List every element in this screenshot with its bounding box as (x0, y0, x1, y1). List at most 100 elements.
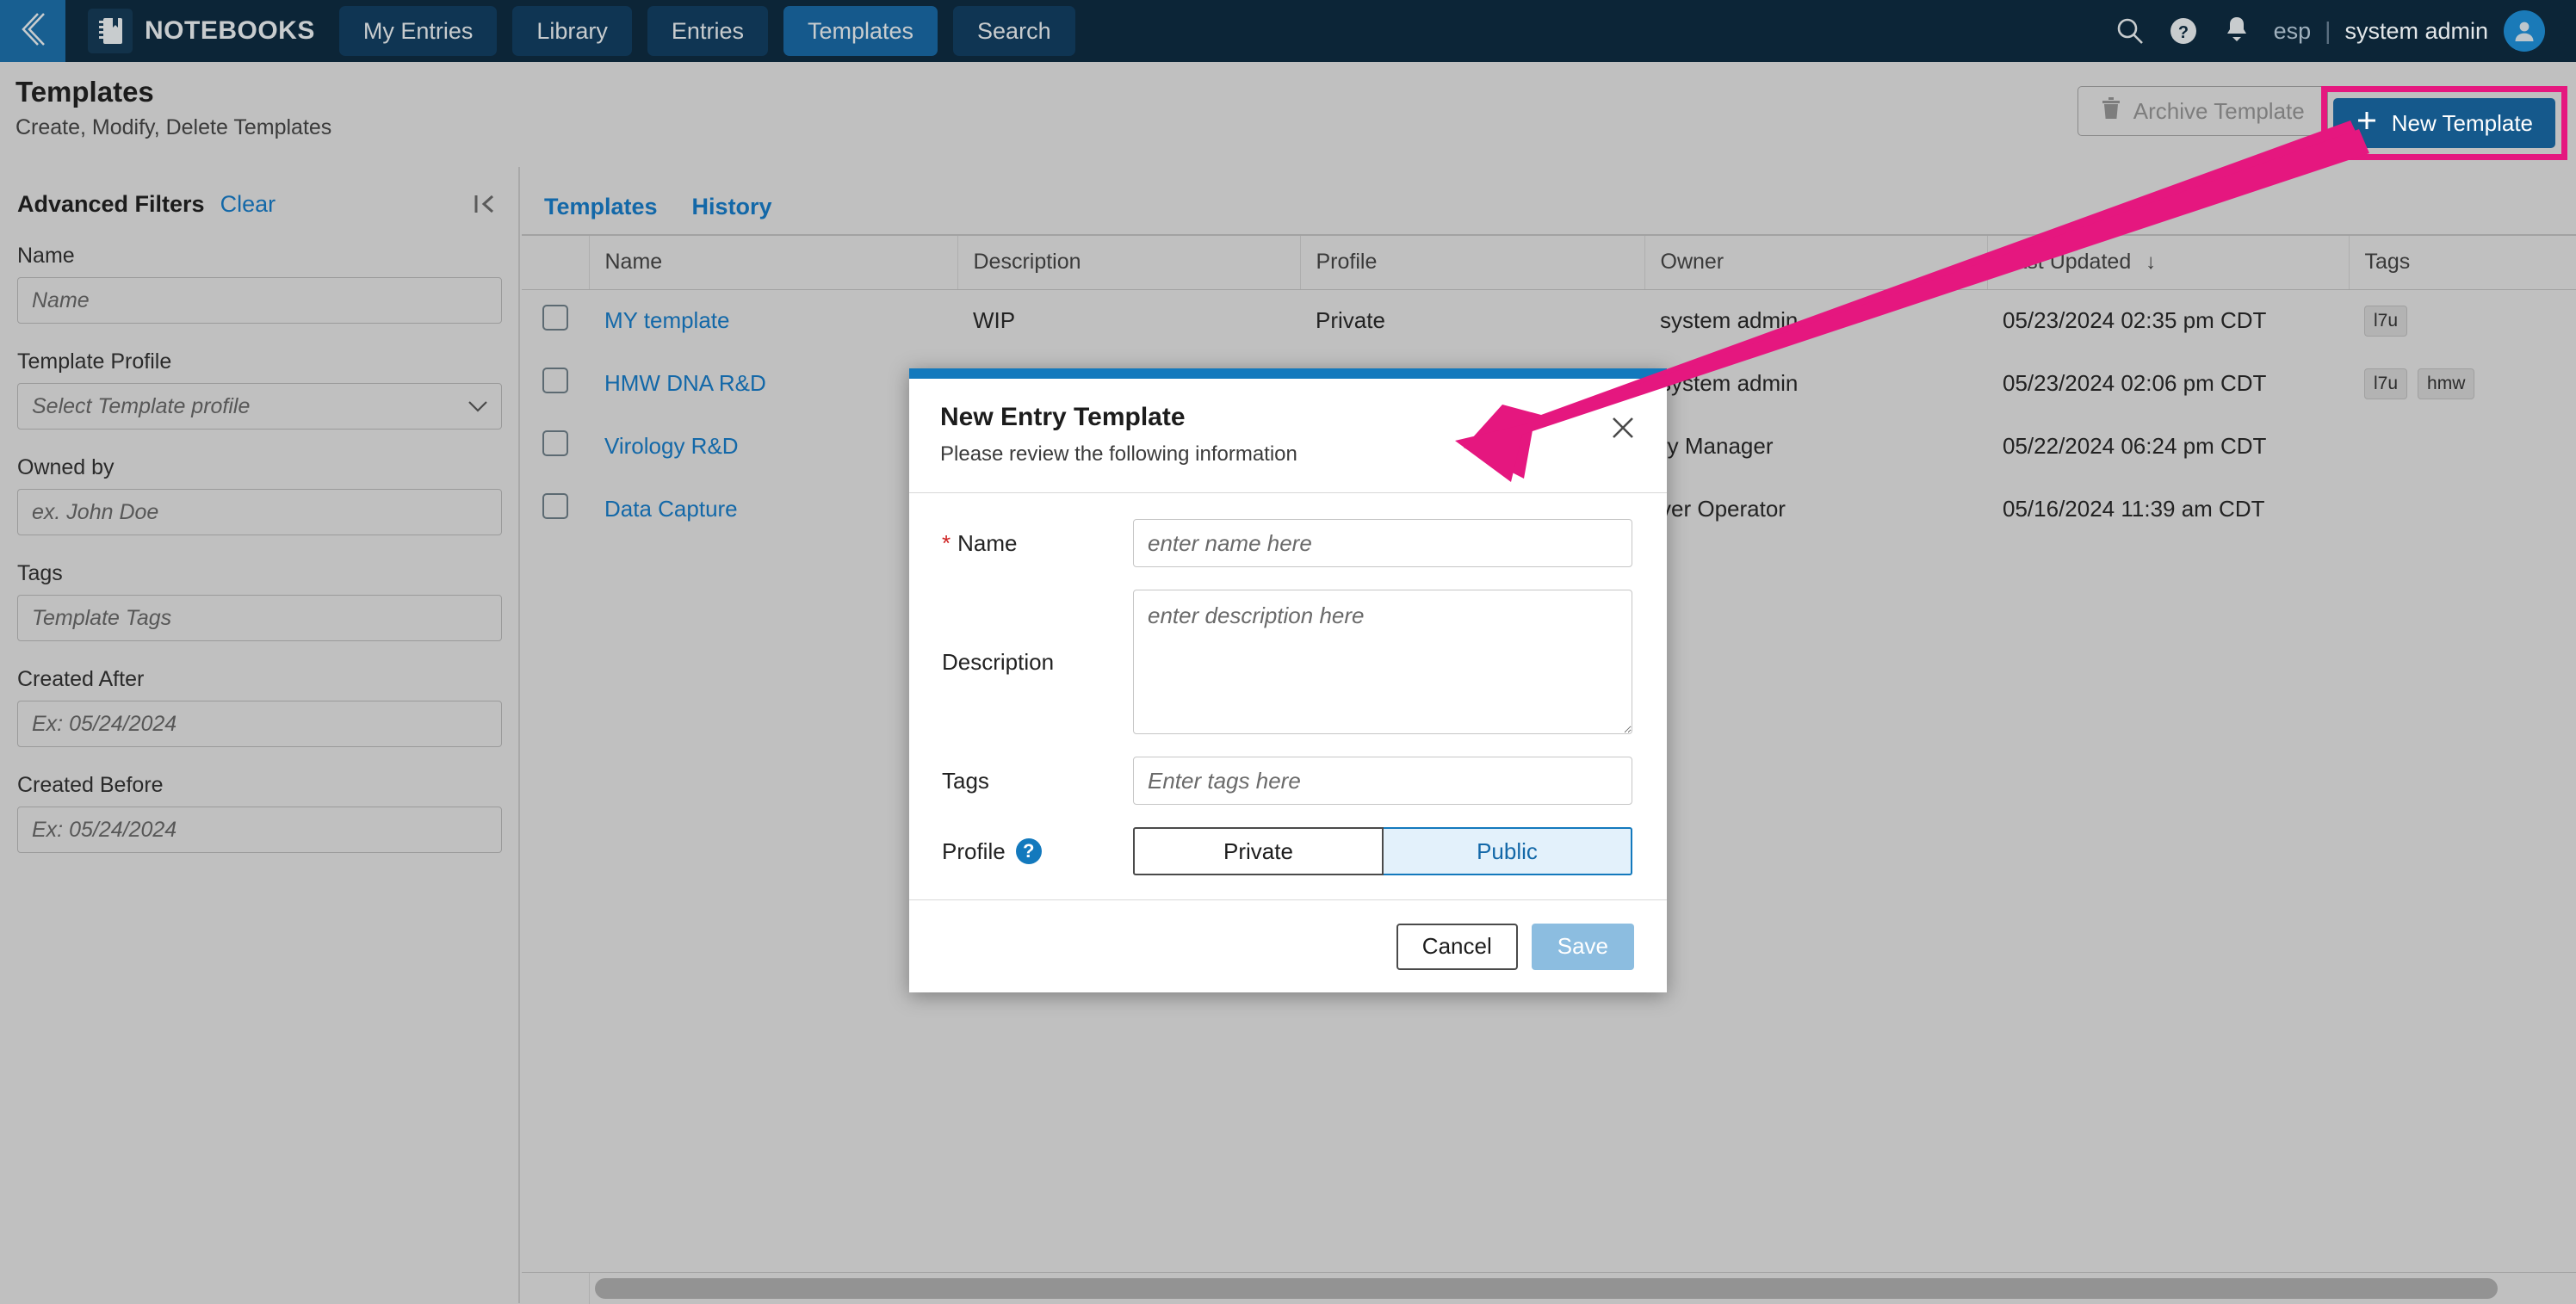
dialog-accent-bar (909, 368, 1667, 379)
column-header-last-updated[interactable]: Last Updated ↓ (1987, 236, 2350, 290)
profile-option-private[interactable]: Private (1133, 827, 1384, 875)
nav-right-actions: ? esp | system admin (2103, 4, 2576, 58)
dialog-label-description: Description (942, 648, 1055, 675)
bell-icon[interactable] (2210, 4, 2263, 58)
page-subtitle: Create, Modify, Delete Templates (15, 115, 332, 139)
nav-tab-entries[interactable]: Entries (647, 6, 768, 56)
column-header-description[interactable]: Description (957, 236, 1301, 290)
filter-input-name[interactable] (17, 277, 502, 324)
dialog-field-name: * Name (942, 519, 1634, 567)
filter-label-owned-by: Owned by (17, 455, 115, 479)
required-asterisk: * (942, 529, 951, 556)
dialog-field-description: Description (942, 590, 1634, 734)
filter-label-created-before: Created Before (17, 773, 164, 797)
filter-input-tags[interactable] (17, 595, 502, 641)
brand-name: NOTEBOOKS (145, 16, 315, 45)
content-tab-list: Templates History (522, 167, 2576, 240)
filter-field-template-profile: Template Profile (0, 349, 518, 430)
template-name-link[interactable]: MY template (604, 307, 729, 333)
dialog-footer: Cancel Save (909, 899, 1667, 992)
filter-field-tags: Tags (0, 561, 518, 641)
nav-tab-my-entries[interactable]: My Entries (338, 6, 498, 56)
save-button[interactable]: Save (1531, 923, 1634, 970)
tag-chip[interactable]: l7u (2364, 305, 2408, 337)
dialog-title: New Entry Template (940, 403, 1186, 431)
column-header-tags[interactable]: Tags (2349, 236, 2576, 290)
dialog-label-tags: Tags (942, 767, 989, 794)
advanced-filters-sidebar: Advanced Filters Clear Name Template Pro… (0, 167, 520, 1303)
tab-history[interactable]: History (687, 194, 777, 240)
profile-option-public[interactable]: Public (1384, 827, 1632, 875)
trash-icon (2101, 96, 2121, 127)
column-header-owner[interactable]: Owner (1644, 236, 1988, 290)
row-checkbox[interactable] (542, 305, 568, 331)
page-header-actions: Archive Template New Template (2077, 86, 2567, 160)
svg-text:?: ? (2178, 23, 2189, 42)
nav-tab-list: My Entries Library Entries Templates Sea… (338, 6, 1075, 56)
advanced-filters-title: Advanced Filters (17, 191, 205, 217)
filter-label-name: Name (17, 244, 75, 268)
filter-field-owned-by: Owned by (0, 455, 518, 535)
nav-tab-library[interactable]: Library (512, 6, 632, 56)
dialog-field-tags: Tags (942, 757, 1634, 805)
filter-label-created-after: Created After (17, 667, 145, 691)
cell-last-updated: 05/16/2024 11:39 am CDT (1987, 478, 2349, 541)
cell-owner: system admin (1644, 289, 1987, 352)
tags-input[interactable] (1133, 757, 1632, 805)
cell-description: WIP (957, 289, 1300, 352)
close-icon[interactable] (1603, 408, 1643, 448)
dialog-body: * Name Description Tags Profile ? Privat… (909, 492, 1667, 875)
notebook-icon (88, 9, 133, 53)
help-circle-icon[interactable]: ? (2157, 4, 2210, 58)
brand[interactable]: NOTEBOOKS (88, 9, 315, 53)
column-header-last-updated-label: Last Updated (2003, 250, 2132, 275)
row-checkbox[interactable] (542, 368, 568, 393)
page-title: Templates (15, 76, 154, 108)
column-header-name[interactable]: Name (589, 236, 958, 290)
cancel-button[interactable]: Cancel (1396, 923, 1518, 970)
column-header-profile[interactable]: Profile (1300, 236, 1645, 290)
cell-owner: ver Operator (1644, 478, 1987, 541)
back-button[interactable] (0, 0, 65, 62)
horizontal-scrollbar-thumb[interactable] (595, 1278, 2498, 1299)
cell-profile: Private (1300, 289, 1644, 352)
tag-chip[interactable]: hmw (2418, 368, 2475, 399)
dialog-subtitle: Please review the following information (940, 442, 1297, 466)
collapse-left-icon[interactable] (470, 189, 499, 219)
select-all-header[interactable] (522, 236, 590, 290)
filter-input-created-after[interactable] (17, 701, 502, 747)
help-circle-icon[interactable]: ? (1015, 838, 1042, 864)
template-name-link[interactable]: HMW DNA R&D (604, 370, 766, 396)
template-name-link[interactable]: Data Capture (604, 496, 738, 522)
template-name-link[interactable]: Virology R&D (604, 433, 739, 459)
clear-filters-link[interactable]: Clear (220, 191, 276, 218)
user-avatar-icon[interactable] (2504, 10, 2545, 52)
cell-owner: system admin (1644, 352, 1987, 415)
nav-tab-templates[interactable]: Templates (783, 6, 938, 56)
filter-input-owned-by[interactable] (17, 489, 502, 535)
search-icon[interactable] (2103, 4, 2157, 58)
row-checkbox[interactable] (542, 430, 568, 456)
language-selector[interactable]: esp (2274, 18, 2312, 45)
dialog-label-profile-text: Profile (942, 837, 1006, 864)
advanced-filters-header: Advanced Filters Clear (0, 167, 518, 218)
nav-tab-search[interactable]: Search (953, 6, 1075, 56)
archive-template-button[interactable]: Archive Template (2077, 86, 2328, 136)
new-template-button[interactable]: New Template (2332, 98, 2555, 148)
description-textarea[interactable] (1133, 590, 1632, 734)
tab-templates[interactable]: Templates (539, 194, 663, 240)
filter-input-created-before[interactable] (17, 807, 502, 853)
row-checkbox[interactable] (542, 493, 568, 519)
dialog-label-profile: Profile ? (942, 838, 1133, 865)
chevron-double-left-icon (15, 10, 50, 53)
name-input[interactable] (1133, 519, 1632, 567)
username-label: system admin (2344, 17, 2488, 44)
cell-tags: l7u (2364, 305, 2576, 337)
tag-chip[interactable]: l7u (2364, 368, 2408, 399)
nav-divider: | (2325, 17, 2331, 44)
profile-toggle-group: Private Public (1133, 827, 1632, 875)
horizontal-scrollbar[interactable] (522, 1272, 2576, 1304)
table-row[interactable]: MY template WIP Private system admin 05/… (522, 289, 2576, 352)
filter-select-template-profile[interactable] (17, 383, 502, 430)
cell-owner: ry Manager (1644, 415, 1987, 478)
